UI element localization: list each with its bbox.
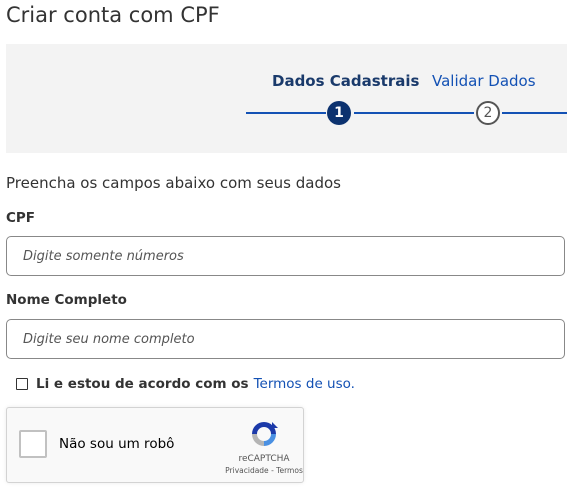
page-title: Criar conta com CPF <box>6 3 220 27</box>
step-dados-cadastrais-label[interactable]: Dados Cadastrais <box>272 72 419 90</box>
progress-stepper: Dados Cadastrais 1 Validar Dados 2 <box>6 44 567 153</box>
cpf-input[interactable] <box>6 236 565 276</box>
recaptcha-icon <box>252 422 278 446</box>
terms-checkbox[interactable] <box>16 378 28 390</box>
stepper-line <box>354 112 474 114</box>
recaptcha-label: Não sou um robô <box>59 436 175 452</box>
nome-completo-input[interactable] <box>6 319 565 359</box>
stepper-line <box>502 112 567 114</box>
stepper-line <box>246 112 326 114</box>
step-1-indicator[interactable]: 1 <box>327 101 351 125</box>
terms-link[interactable]: Termos de uso. <box>254 376 355 392</box>
form-intro: Preencha os campos abaixo com seus dados <box>6 174 341 192</box>
recaptcha-privacy-link[interactable]: Privacidade <box>225 466 269 475</box>
recaptcha-terms-link[interactable]: Termos <box>276 466 303 475</box>
recaptcha-brand: reCAPTCHA <box>238 454 290 464</box>
nome-completo-label: Nome Completo <box>6 292 127 308</box>
step-2-indicator[interactable]: 2 <box>476 101 500 125</box>
terms-text: Li e estou de acordo com os <box>36 376 249 392</box>
recaptcha-links: Privacidade - Termos <box>211 466 317 475</box>
terms-row: Li e estou de acordo com os Termos de us… <box>16 376 355 392</box>
step-validar-dados-label[interactable]: Validar Dados <box>432 72 536 90</box>
cpf-label: CPF <box>6 210 36 226</box>
recaptcha-checkbox[interactable] <box>19 430 47 458</box>
recaptcha-widget: Não sou um robô reCAPTCHA Privacidade - … <box>6 407 304 483</box>
